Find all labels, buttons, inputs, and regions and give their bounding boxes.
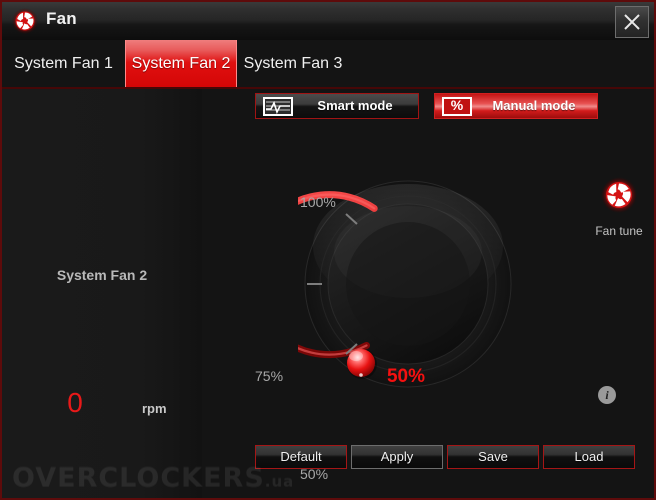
dial-tick-label-100: 100% (300, 194, 336, 210)
tab-system-fan-3[interactable]: System Fan 3 (237, 40, 349, 87)
manual-mode-button[interactable]: % Manual mode (434, 93, 598, 119)
sidebar-rpm-unit: rpm (142, 401, 167, 416)
window-title: Fan (46, 9, 77, 28)
tab-system-fan-2[interactable]: System Fan 2 (125, 40, 237, 87)
info-glyph: i (605, 388, 609, 402)
manual-mode-label: Manual mode (492, 98, 576, 113)
dial-tick-label-75: 75% (255, 368, 284, 384)
close-icon (624, 14, 640, 30)
fan-control-window: Fan System Fan 1 System Fan 2 System Fan… (0, 0, 656, 500)
tab-system-fan-1[interactable]: System Fan 1 (2, 40, 125, 87)
fan-readout-sidebar: System Fan 2 0 rpm (2, 89, 203, 498)
smart-mode-label: Smart mode (317, 98, 393, 113)
default-button[interactable]: Default (255, 445, 347, 469)
smart-mode-button[interactable]: Smart mode (255, 93, 419, 119)
load-button[interactable]: Load (543, 445, 635, 469)
fan-logo-icon (584, 177, 654, 218)
tab-bar: System Fan 1 System Fan 2 System Fan 3 (2, 40, 654, 89)
info-icon[interactable]: i (598, 386, 616, 404)
waveform-chart-icon (263, 97, 293, 116)
tab-label: System Fan 3 (243, 55, 343, 72)
tab-label: System Fan 1 (14, 55, 113, 72)
save-button[interactable]: Save (447, 445, 539, 469)
sidebar-rpm-value: 0 (67, 387, 83, 418)
fan-tune-button[interactable]: Fan tune (584, 177, 654, 238)
fan-tune-label: Fan tune (595, 224, 643, 238)
close-button[interactable] (615, 6, 649, 38)
percent-icon: % (442, 97, 472, 116)
sidebar-fan-name: System Fan 2 (56, 267, 148, 283)
dial-current-value: 50% (386, 366, 426, 387)
title-bar: Fan (2, 2, 654, 41)
tab-label: System Fan 2 (131, 55, 231, 72)
fan-logo-icon (12, 8, 38, 34)
fan-settings-panel: Smart mode % Manual mode 100% 75% 50% 50… (202, 89, 654, 498)
apply-button[interactable]: Apply (351, 445, 443, 469)
